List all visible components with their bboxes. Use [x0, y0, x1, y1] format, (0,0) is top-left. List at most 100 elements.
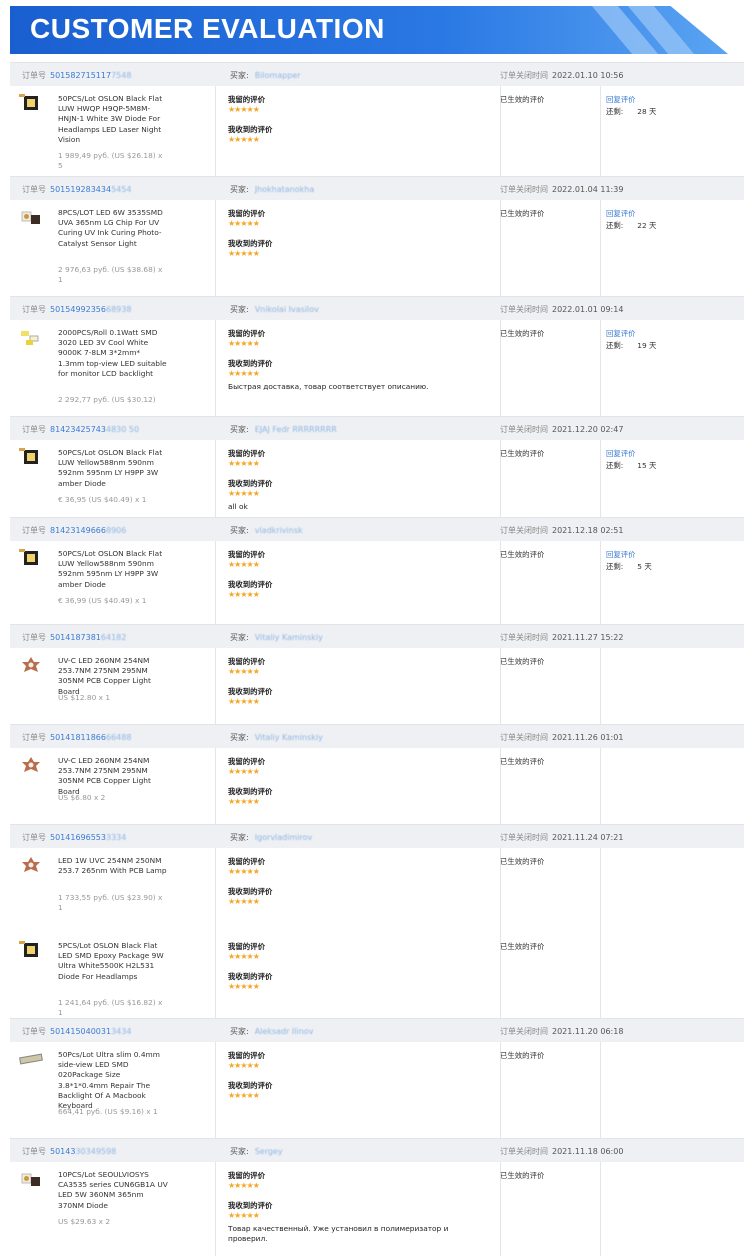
close-time-label: 订单关闭时间 [500, 185, 548, 194]
column-divider [215, 200, 216, 296]
close-time: 订单关闭时间 2021.11.18 06:00 [500, 1146, 623, 1157]
buyer-name[interactable]: Sergey [255, 1147, 283, 1156]
product-name[interactable]: 50PCS/Lot OSLON Black Flat LUW Yellow588… [58, 549, 168, 590]
product-price: € 36,95 (US $40.49) x 1 [58, 494, 147, 504]
column-divider [600, 320, 601, 416]
order-card: 订单号 501416965533334 买家: Igorvladimirov 订单关闭时… [0, 824, 750, 1018]
order-id[interactable]: 订单号 501418738164182 [22, 632, 126, 643]
pcb-star-icon[interactable] [18, 756, 44, 774]
order-no-label: 订单号 [22, 425, 46, 434]
product-name[interactable]: 8PCS/LOT LED 6W 3535SMD UVA 365nm LG Chi… [58, 208, 168, 249]
order-id[interactable]: 订单号 501416965533334 [22, 832, 126, 843]
my-review-label: 我留的评价 [228, 329, 265, 338]
remaining-time: 还剩: 15 天 [606, 460, 656, 471]
remaining-value: 15 天 [637, 461, 657, 470]
order-id[interactable]: 订单号 5015499235668938 [22, 304, 131, 315]
received-review-label: 我收到的评价 [228, 359, 273, 368]
column-divider [600, 848, 601, 933]
order-id-value[interactable]: 81423425743 [50, 425, 106, 434]
buyer-field: 买家: Igorvladimirov [230, 832, 312, 843]
remaining-label: 还剩: [606, 221, 624, 230]
my-review-label: 我留的评价 [228, 1051, 265, 1060]
received-review-label: 我收到的评价 [228, 787, 273, 796]
review-status: 已生效的评价 [500, 757, 545, 766]
product-name[interactable]: UV-C LED 260NM 254NM 253.7NM 275NM 295NM… [58, 656, 168, 697]
smd-strip-icon[interactable] [18, 328, 44, 346]
buyer-name[interactable]: Igorvladimirov [255, 833, 313, 842]
order-no-label: 订单号 [22, 305, 46, 314]
buyer-label: 买家: [230, 633, 249, 642]
order-id-value[interactable]: 50143 [50, 1147, 75, 1156]
order-id[interactable]: 订单号 5015827151177548 [22, 70, 131, 81]
order-item: 5PCS/Lot OSLON Black Flat LED SMD Epoxy … [10, 933, 744, 1018]
my-review-label: 我留的评价 [228, 657, 265, 666]
buyer-label: 买家: [230, 833, 249, 842]
order-id[interactable]: 订单号 5015192834345454 [22, 184, 131, 195]
pcb-star-icon[interactable] [18, 656, 44, 674]
close-time: 订单关闭时间 2021.11.24 07:21 [500, 832, 623, 843]
order-id-masked: 4830 50 [106, 425, 140, 434]
product-name[interactable]: 5PCS/Lot OSLON Black Flat LED SMD Epoxy … [58, 941, 168, 982]
order-id[interactable]: 订单号 814231496668906 [22, 525, 126, 536]
close-time-label: 订单关闭时间 [500, 633, 548, 642]
reply-review-link[interactable]: 回复评价 [606, 328, 636, 339]
received-review-label: 我收到的评价 [228, 125, 273, 134]
buyer-name[interactable]: Bilomapper [255, 71, 301, 80]
order-id-value[interactable]: 81423149666 [50, 526, 106, 535]
product-name[interactable]: 10PCS/Lot SEOULVIOSYS CA3535 series CUN6… [58, 1170, 168, 1211]
buyer-label: 买家: [230, 526, 249, 535]
my-review-label: 我留的评价 [228, 942, 265, 951]
buyer-name[interactable]: Aleksadr Ilinov [255, 1027, 314, 1036]
order-item: 8PCS/LOT LED 6W 3535SMD UVA 365nm LG Chi… [10, 200, 744, 296]
received-review-label: 我收到的评价 [228, 580, 273, 589]
buyer-name[interactable]: Jhokhatanokha [255, 185, 315, 194]
black-led-icon[interactable] [18, 448, 44, 466]
order-id[interactable]: 订单号 814234257434830 50 [22, 424, 139, 435]
buyer-field: 买家: Jhokhatanokha [230, 184, 314, 195]
close-time: 订单关闭时间 2021.11.26 01:01 [500, 732, 623, 743]
reply-review-link[interactable]: 回复评价 [606, 94, 636, 105]
black-led-icon[interactable] [18, 941, 44, 959]
order-id-value[interactable]: 501582715117 [50, 71, 111, 80]
order-id-value[interactable]: 501415040031 [50, 1027, 111, 1036]
order-id[interactable]: 订单号 5014181186666488 [22, 732, 131, 743]
buyer-field: 买家: EJAJ Fedr RRRRRRRR [230, 424, 337, 435]
product-name[interactable]: UV-C LED 260NM 254NM 253.7NM 275NM 295NM… [58, 756, 168, 797]
close-time: 订单关闭时间 2022.01.04 11:39 [500, 184, 623, 195]
order-no-label: 订单号 [22, 185, 46, 194]
order-id-value[interactable]: 50141811866 [50, 733, 106, 742]
reply-review-link[interactable]: 回复评价 [606, 448, 636, 459]
pcb-star-icon[interactable] [18, 856, 44, 874]
order-id-value[interactable]: 5014187381 [50, 633, 101, 642]
product-name[interactable]: 50Pcs/Lot Ultra slim 0.4mm side-view LED… [58, 1050, 168, 1111]
remaining-time: 还剩: 5 天 [606, 561, 652, 572]
order-id[interactable]: 订单号 5014330349598 [22, 1146, 116, 1157]
buyer-name[interactable]: EJAJ Fedr RRRRRRRR [255, 425, 337, 434]
order-item: LED 1W UVC 254NM 250NM 253.7 265nm With … [10, 848, 744, 933]
product-name[interactable]: 2000PCS/Roll 0.1Watt SMD 3020 LED 3V Coo… [58, 328, 168, 379]
buyer-name[interactable]: Vitaliy Kaminskiy [255, 633, 323, 642]
product-name[interactable]: LED 1W UVC 254NM 250NM 253.7 265nm With … [58, 856, 168, 876]
column-divider [215, 1162, 216, 1256]
black-led-icon[interactable] [18, 94, 44, 112]
order-card: 订单号 5015827151177548 买家: Bilomapper 订单关闭时间 20… [0, 62, 750, 176]
order-id[interactable]: 订单号 5014150400313434 [22, 1026, 131, 1037]
received-review-stars: ★★★★★ [228, 590, 260, 599]
buyer-name[interactable]: Vnikolai Ivasilov [255, 305, 319, 314]
review-status: 已生效的评价 [500, 329, 545, 338]
order-id-value[interactable]: 50141696553 [50, 833, 106, 842]
order-id-value[interactable]: 50154992356 [50, 305, 106, 314]
remaining-value: 28 天 [637, 107, 657, 116]
buyer-label: 买家: [230, 1147, 249, 1156]
uv-led-icon[interactable] [18, 1170, 44, 1188]
uv-led-icon[interactable] [18, 208, 44, 226]
reply-review-link[interactable]: 回复评价 [606, 549, 636, 560]
product-name[interactable]: 50PCS/Lot OSLON Black Flat LUW HWQP H9QP… [58, 94, 168, 145]
buyer-name[interactable]: vladkrivinsk [255, 526, 303, 535]
product-name[interactable]: 50PCS/Lot OSLON Black Flat LUW Yellow588… [58, 448, 168, 489]
slim-led-icon[interactable] [18, 1050, 44, 1068]
black-led-icon[interactable] [18, 549, 44, 567]
reply-review-link[interactable]: 回复评价 [606, 208, 636, 219]
buyer-name[interactable]: Vitaliy Kaminskiy [255, 733, 323, 742]
order-id-value[interactable]: 501519283434 [50, 185, 111, 194]
